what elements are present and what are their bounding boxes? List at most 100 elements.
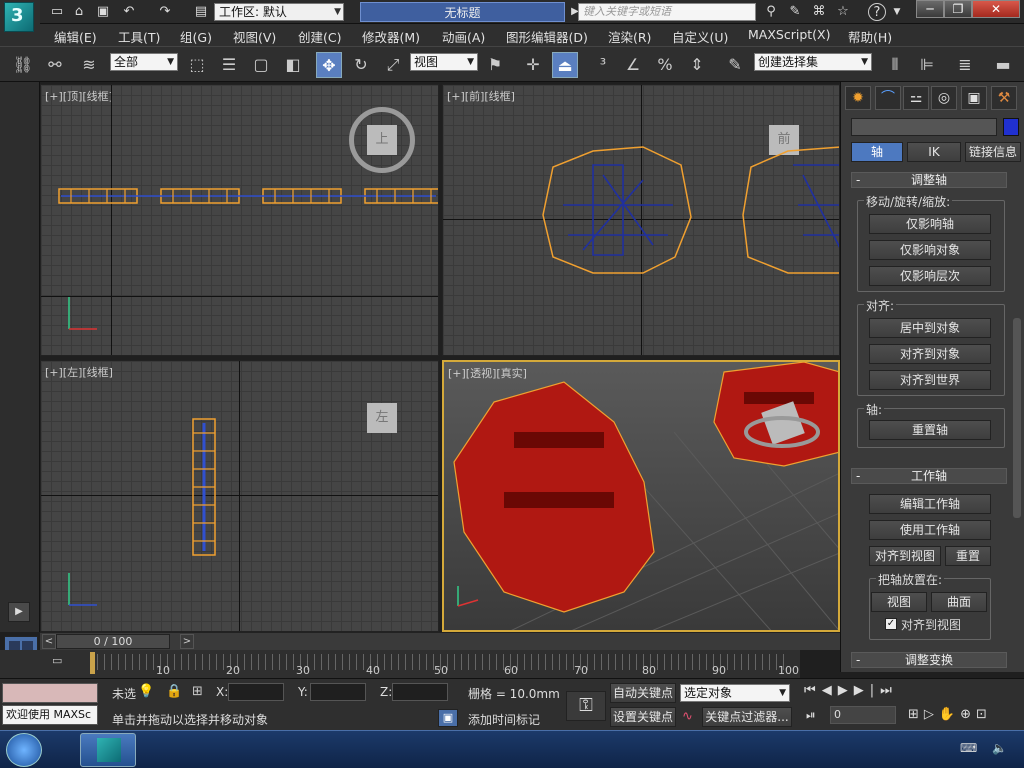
- time-slider[interactable]: < 0 / 100 >: [40, 632, 840, 650]
- motion-tab-icon[interactable]: ◎: [931, 86, 957, 110]
- viewport-left[interactable]: [+][左][线框] 左: [40, 360, 439, 632]
- restore-button[interactable]: ❐: [944, 0, 972, 18]
- align-to-world-button[interactable]: 对齐到世界: [869, 370, 991, 390]
- modify-tab-icon[interactable]: ⌒: [875, 86, 901, 110]
- menu-modifiers[interactable]: 修改器(M): [362, 27, 420, 46]
- align-to-view-button[interactable]: 对齐到视图: [869, 546, 941, 566]
- key-mode-toggle-icon[interactable]: ⏯: [806, 708, 816, 723]
- open-file-icon[interactable]: ⌂: [70, 3, 88, 21]
- chevron-down-icon[interactable]: ▼: [888, 3, 906, 21]
- x-field[interactable]: [228, 683, 284, 701]
- use-working-pivot-button[interactable]: 使用工作轴: [869, 520, 991, 540]
- spinner-snap-icon[interactable]: ⇕: [684, 52, 710, 78]
- save-icon[interactable]: ▣: [94, 3, 112, 21]
- mirror-icon[interactable]: ⫴: [882, 52, 908, 78]
- set-key-button[interactable]: 设置关键点: [610, 707, 676, 727]
- key-mode-dropdown[interactable]: 选定对象 ▼: [680, 684, 790, 702]
- current-frame-field[interactable]: 0: [830, 706, 896, 724]
- layer-manager-icon[interactable]: ≣: [952, 52, 978, 78]
- prev-frame-icon[interactable]: <: [42, 634, 56, 649]
- link-icon[interactable]: ⛓: [10, 52, 36, 78]
- menu-animation[interactable]: 动画(A): [442, 27, 485, 46]
- menu-group[interactable]: 组(G): [180, 27, 212, 46]
- time-tag-icon[interactable]: ▣: [438, 709, 458, 727]
- create-tab-icon[interactable]: ✹: [845, 86, 871, 110]
- add-time-tag[interactable]: 添加时间标记: [468, 711, 540, 728]
- z-field[interactable]: [392, 683, 448, 701]
- project-folder-icon[interactable]: ▤: [192, 3, 210, 21]
- rectangular-selection-icon[interactable]: ▢: [248, 52, 274, 78]
- pivot-center-icon[interactable]: ⚑: [482, 52, 508, 78]
- named-selection-dropdown[interactable]: 创建选择集 ▼: [754, 53, 872, 71]
- place-view-button[interactable]: 视图: [871, 592, 927, 612]
- edit-named-selection-icon[interactable]: ✎: [722, 52, 748, 78]
- affect-pivot-only-button[interactable]: 仅影响轴: [869, 214, 991, 234]
- play-icon[interactable]: ▶: [8, 602, 30, 622]
- select-and-move-icon[interactable]: ✥: [316, 52, 342, 78]
- graphite-toolbar-icon[interactable]: ▬: [990, 52, 1016, 78]
- undo-icon[interactable]: ↶: [120, 3, 138, 21]
- viewport-front[interactable]: [+][前][线框] 前: [442, 84, 840, 356]
- menu-customize[interactable]: 自定义(U): [672, 27, 728, 46]
- center-to-object-button[interactable]: 居中到对象: [869, 318, 991, 338]
- affect-object-only-button[interactable]: 仅影响对象: [869, 240, 991, 260]
- application-menu-button[interactable]: 3: [0, 0, 40, 46]
- reference-coordinate-dropdown[interactable]: 视图 ▼: [410, 53, 478, 71]
- playback-controls[interactable]: ⏮◀▶▶|⏭: [804, 683, 1022, 703]
- lock-icon[interactable]: 🔒: [166, 684, 182, 699]
- taskbar-app-3dsmax[interactable]: [80, 733, 136, 767]
- selection-filter-dropdown[interactable]: 全部 ▼: [110, 53, 178, 71]
- select-and-scale-icon[interactable]: ⤢: [380, 52, 406, 78]
- key-filters-button[interactable]: 关键点过滤器...: [702, 707, 792, 727]
- track-bar[interactable]: ▭ 10 20 30 40 50 60 70 80 90 100: [0, 650, 800, 678]
- unlink-icon[interactable]: ⚯: [42, 52, 68, 78]
- panel-scrollbar[interactable]: [1013, 318, 1021, 518]
- workspace-dropdown[interactable]: 工作区: 默认 ▼: [214, 3, 344, 21]
- auto-key-button[interactable]: 自动关键点: [610, 683, 676, 703]
- working-pivot-rollout-header[interactable]: - 工作轴: [851, 468, 1007, 484]
- curve-editor-icon[interactable]: ▭: [52, 654, 72, 668]
- percent-snap-icon[interactable]: %: [652, 52, 678, 78]
- adjust-transform-rollout-header[interactable]: - 调整变换: [851, 652, 1007, 668]
- menu-graph-editors[interactable]: 图形编辑器(D): [506, 27, 588, 46]
- utilities-tab-icon[interactable]: ⚒: [991, 86, 1017, 110]
- time-slider-thumb[interactable]: 0 / 100: [56, 634, 170, 649]
- object-color-swatch[interactable]: [1003, 118, 1019, 136]
- bind-space-warp-icon[interactable]: ≋: [76, 52, 102, 78]
- pivot-button[interactable]: 轴: [851, 142, 903, 162]
- menu-help[interactable]: 帮助(H): [848, 27, 892, 46]
- keyboard-icon[interactable]: ⌨: [960, 741, 977, 755]
- menu-rendering[interactable]: 渲染(R): [608, 27, 651, 46]
- menu-edit[interactable]: 编辑(E): [54, 27, 97, 46]
- menu-maxscript[interactable]: MAXScript(X): [748, 27, 830, 42]
- viewport-navigation-controls[interactable]: ⊞▷✋⊕⊡: [908, 707, 1020, 727]
- keyboard-shortcut-override-icon[interactable]: ⏏: [552, 52, 578, 78]
- link-info-button[interactable]: 链接信息: [965, 142, 1021, 162]
- transform-type-in-icon[interactable]: ⊞: [192, 684, 203, 699]
- communication-icon[interactable]: ✎: [786, 3, 804, 21]
- maxscript-listener-mini[interactable]: [2, 683, 98, 703]
- start-button[interactable]: [6, 733, 42, 767]
- binoculars-icon[interactable]: ⚲: [762, 3, 780, 21]
- y-field[interactable]: [310, 683, 366, 701]
- menu-views[interactable]: 视图(V): [233, 27, 276, 46]
- next-frame-icon[interactable]: >: [180, 634, 194, 649]
- subscription-icon[interactable]: ⌘: [810, 3, 828, 21]
- close-button[interactable]: ✕: [972, 0, 1020, 18]
- ik-button[interactable]: IK: [907, 142, 961, 162]
- adjust-pivot-rollout-header[interactable]: - 调整轴: [851, 172, 1007, 188]
- select-object-icon[interactable]: ⬚: [184, 52, 210, 78]
- align-icon[interactable]: ⊫: [914, 52, 940, 78]
- reset-button[interactable]: 重置: [945, 546, 991, 566]
- affect-hierarchy-only-button[interactable]: 仅影响层次: [869, 266, 991, 286]
- display-tab-icon[interactable]: ▣: [961, 86, 987, 110]
- set-key-icon[interactable]: ⚿: [566, 691, 606, 721]
- edit-working-pivot-button[interactable]: 编辑工作轴: [869, 494, 991, 514]
- minimize-button[interactable]: ─: [916, 0, 944, 18]
- help-icon[interactable]: ?: [868, 3, 886, 21]
- align-to-object-button[interactable]: 对齐到对象: [869, 344, 991, 364]
- isolate-selection-icon[interactable]: 💡: [138, 684, 154, 699]
- search-input[interactable]: 键入关键字或短语: [578, 3, 756, 21]
- select-and-rotate-icon[interactable]: ↻: [348, 52, 374, 78]
- snaps-toggle-icon[interactable]: ³: [590, 52, 616, 78]
